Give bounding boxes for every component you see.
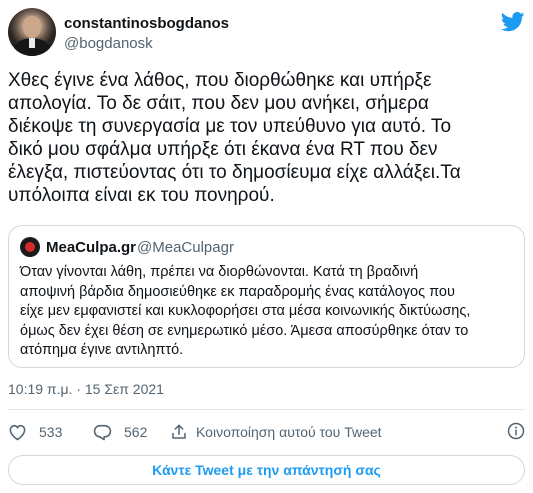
author-handle[interactable]: @bogdanosk <box>64 35 153 52</box>
share-label: Κοινοποίηση αυτού του Tweet <box>196 424 382 440</box>
quoted-author-name: MeaCulpa.gr <box>46 239 137 256</box>
reply-icon <box>93 424 112 441</box>
share-icon <box>172 424 186 439</box>
quoted-avatar[interactable] <box>20 237 40 257</box>
tweet-card: constantinosbogdanos @bogdanosk Χθες έγι… <box>0 0 533 493</box>
divider <box>8 409 525 410</box>
quoted-tweet-text: Όταν γίνονται λάθη, πρέπει να διορθώνοντ… <box>20 264 471 358</box>
tweet-text: Χθες έγινε ένα λάθος, που διορθώθηκε και… <box>8 70 461 206</box>
share-button[interactable]: Κοινοποίηση αυτού του Tweet <box>170 418 382 446</box>
like-count: 533 <box>39 424 63 440</box>
tweet-actions: 533 562 Κοινοποίηση αυτού του Tweet <box>8 418 525 446</box>
info-icon[interactable] <box>507 422 525 440</box>
author-name[interactable]: constantinosbogdanos <box>64 15 229 32</box>
twitter-bird-icon[interactable] <box>501 12 525 32</box>
reply-count: 562 <box>124 424 148 440</box>
tweet-timestamp[interactable]: 10:19 π.μ. · 15 Σεπ 2021 <box>8 381 164 397</box>
reply-button[interactable]: 562 <box>93 418 147 446</box>
quoted-tweet[interactable]: MeaCulpa.gr @MeaCulpagr Όταν γίνονται λά… <box>8 225 525 368</box>
tweet-your-reply-button[interactable]: Κάντε Tweet με την απάντησή σας <box>8 455 525 485</box>
heart-icon <box>9 424 26 441</box>
avatar[interactable] <box>8 8 56 56</box>
tweet-header: constantinosbogdanos @bogdanosk <box>8 6 525 58</box>
like-button[interactable]: 533 <box>8 418 62 446</box>
quoted-author-handle: @MeaCulpagr <box>137 239 234 256</box>
